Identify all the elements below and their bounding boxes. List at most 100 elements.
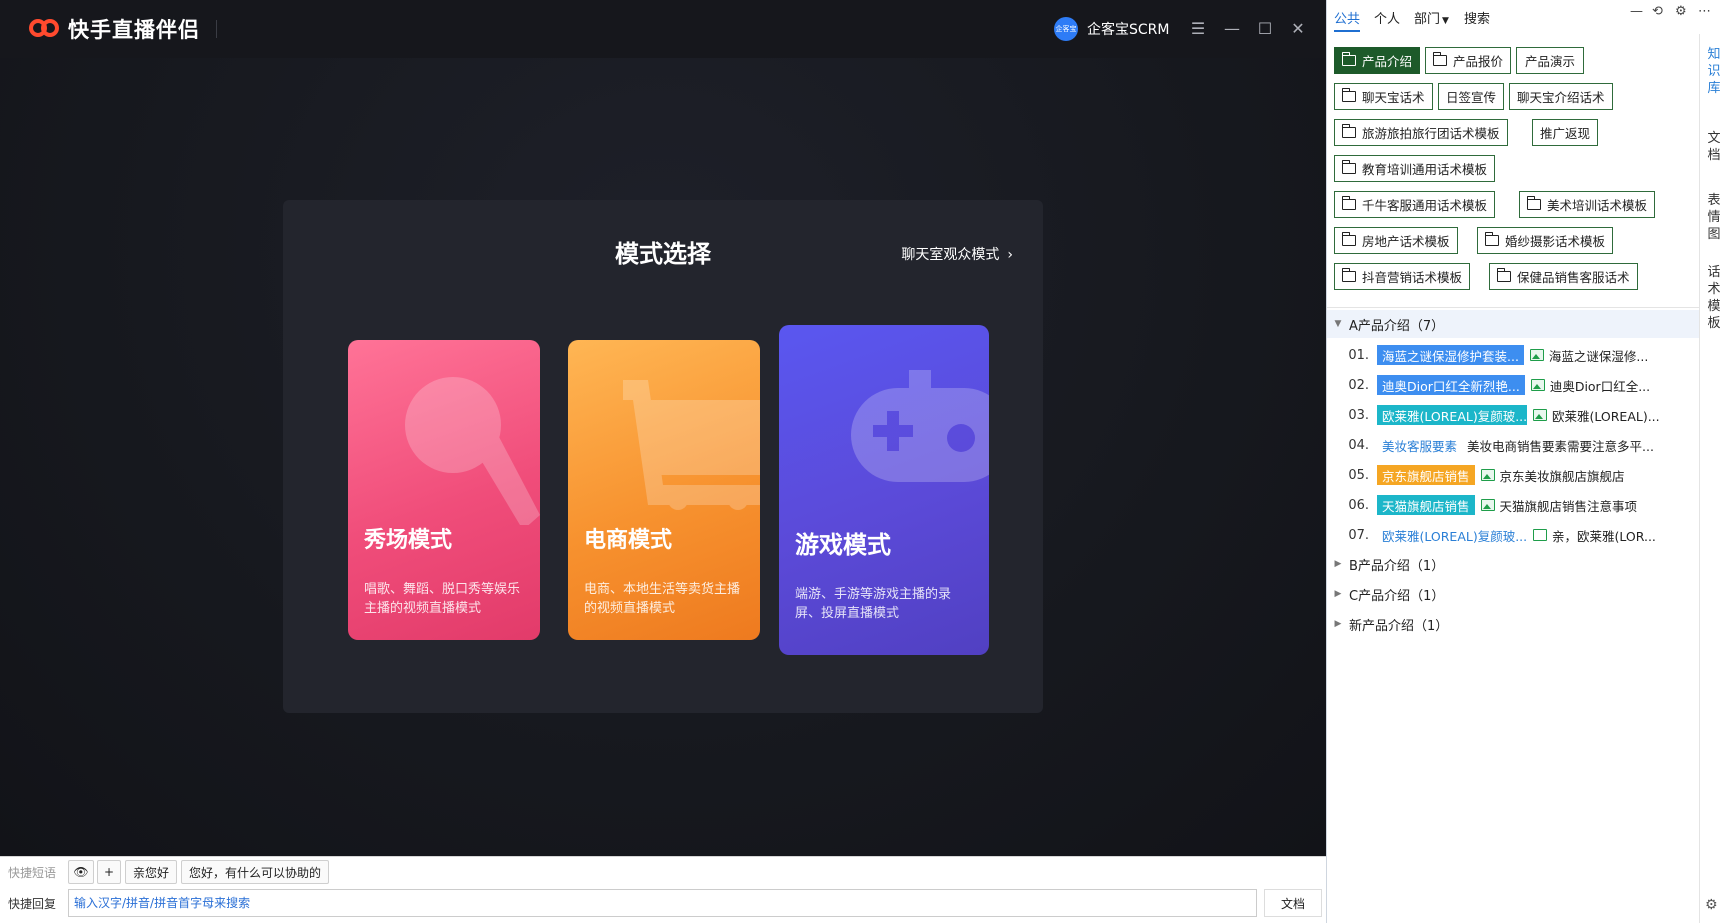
folder-button[interactable]: 聊天宝话术 (1334, 83, 1433, 110)
side-vertical-nav: 知识库 文档 表情图 话术模板 (1699, 34, 1726, 923)
tree-row[interactable]: 05. 京东旗舰店销售 京东美妆旗舰店旗舰店 (1327, 460, 1699, 490)
game-mode-desc: 端游、手游等游戏主播的录 屏、投屏直播模式 (795, 585, 951, 623)
folder-button[interactable]: 产品报价 (1425, 47, 1512, 74)
tree-group-label: 新产品介绍（1） (1349, 618, 1449, 634)
user-avatar[interactable]: 企客宝 (1054, 17, 1078, 41)
tree-row[interactable]: 07. 欧莱雅(LOREAL)复颜玻... 亲，欧莱雅(LOR... (1327, 520, 1699, 550)
vnav-knowledge-base[interactable]: 知识库 (1700, 46, 1726, 97)
folder-button[interactable]: 旅游旅拍旅行团话术模板 (1334, 119, 1508, 146)
folder-button[interactable]: 教育培训通用话术模板 (1334, 155, 1496, 182)
vnav-script-templates[interactable]: 话术模板 (1700, 264, 1726, 332)
knowledge-side-panel: 公共 个人 部门 ▼ 搜索 — ⟲ ⚙ ⋯ 产品介绍 产品报价 产品演示 聊天宝话… (1326, 0, 1726, 923)
tab-public[interactable]: 公共 (1334, 8, 1361, 32)
tree-group-open[interactable]: ▼ A产品介绍（7） (1327, 310, 1699, 338)
settings-gear-icon[interactable]: ⚙ (1675, 4, 1687, 19)
folder-icon (1342, 124, 1356, 138)
phrase-chip[interactable]: 您好，有什么可以协助的 (181, 860, 330, 884)
ecommerce-mode-desc: 电商、本地生活等卖货主播 的视频直播模式 (584, 580, 740, 618)
game-mode-name: 游戏模式 (795, 531, 891, 559)
minimize-panel-icon[interactable]: — (1630, 4, 1643, 19)
row-text: 迪奥Dior口红全... (1549, 378, 1651, 394)
caret-down-icon: ▼ (1442, 16, 1449, 26)
add-phrase-button[interactable]: + (97, 860, 121, 884)
maximize-icon[interactable]: ☐ (1253, 16, 1277, 40)
caret-right-icon: ▶ (1334, 619, 1342, 629)
row-text: 海蓝之谜保湿修... (1548, 348, 1649, 364)
tree-group-closed[interactable]: ▶ 新产品介绍（1） (1327, 610, 1699, 638)
folder-label: 房地产话术模板 (1362, 234, 1450, 249)
row-number: 02. (1348, 377, 1369, 393)
game-mode-desc-line1: 端游、手游等游戏主播的录 (795, 587, 952, 602)
folder-button[interactable]: 千牛客服通用话术模板 (1334, 191, 1496, 218)
tree-group-closed[interactable]: ▶ B产品介绍（1） (1327, 550, 1699, 578)
gear-icon[interactable]: ⚙ (1705, 897, 1718, 913)
doc-button[interactable]: 文档 (1264, 889, 1322, 917)
live-companion-window: 快手直播伴侣 企客宝 企客宝SCRM ☰ — ☐ ✕ 模式选择 聊天室观众模式 ›… (0, 0, 1326, 856)
ecommerce-mode-desc-line2: 的视频直播模式 (584, 601, 676, 616)
caret-right-icon: ▶ (1334, 589, 1342, 599)
image-icon (1533, 409, 1547, 421)
tree-row[interactable]: 01. 海蓝之谜保湿修护套装... 海蓝之谜保湿修... (1327, 340, 1699, 370)
folder-label: 千牛客服通用话术模板 (1362, 198, 1488, 213)
quick-phrase-label: 快捷短语 (8, 866, 57, 880)
eye-icon[interactable]: 👁 (68, 860, 94, 884)
folder-icon (1342, 196, 1356, 210)
tab-search[interactable]: 搜索 (1464, 8, 1490, 27)
folder-icon (1342, 232, 1356, 246)
tab-department[interactable]: 部门 ▼ (1414, 8, 1449, 27)
vnav-documents[interactable]: 文档 (1700, 130, 1726, 164)
folder-button[interactable]: 美术培训话术模板 (1519, 191, 1656, 218)
row-tag: 海蓝之谜保湿修护套装... (1377, 345, 1524, 365)
folder-label: 美术培训话术模板 (1547, 198, 1648, 213)
tree-row[interactable]: 02. 迪奥Dior口红全新烈艳... 迪奥Dior口红全... (1327, 370, 1699, 400)
tree-group-closed[interactable]: ▶ C产品介绍（1） (1327, 580, 1699, 608)
folder-button[interactable]: 产品演示 (1516, 47, 1585, 74)
audience-mode-link[interactable]: 聊天室观众模式 › (901, 244, 1013, 264)
row-number: 07. (1348, 527, 1369, 543)
show-mode-card[interactable]: 秀场模式 唱歌、舞蹈、脱口秀等娱乐 主播的视频直播模式 (348, 340, 540, 640)
tree-group-label: B产品介绍（1） (1349, 558, 1445, 574)
game-mode-card[interactable]: 游戏模式 端游、手游等游戏主播的录 屏、投屏直播模式 (779, 325, 989, 655)
menu-icon[interactable]: ☰ (1186, 16, 1210, 40)
tab-department-label: 部门 (1414, 12, 1441, 27)
show-mode-desc-line1: 唱歌、舞蹈、脱口秀等娱乐 (364, 582, 521, 597)
quick-reply-bar: 快捷短语 👁 + 亲您好 您好，有什么可以协助的 快捷回复 文档 (0, 856, 1326, 923)
folder-button[interactable]: 婚纱摄影话术模板 (1477, 227, 1614, 254)
row-tag: 天猫旗舰店销售 (1377, 495, 1475, 515)
folder-icon (1342, 268, 1356, 282)
folder-button[interactable]: 房地产话术模板 (1334, 227, 1458, 254)
tree-row[interactable]: 04. 美妆客服要素 美妆电商销售要素需要注意多平... (1327, 430, 1699, 460)
shopping-cart-icon (623, 380, 760, 510)
tree-row[interactable]: 06. 天猫旗舰店销售 天猫旗舰店销售注意事项 (1327, 490, 1699, 520)
quick-reply-search-input[interactable] (68, 889, 1257, 917)
folder-button[interactable]: 抖音营销话术模板 (1334, 263, 1471, 290)
ecommerce-mode-card[interactable]: 电商模式 电商、本地生活等卖货主播 的视频直播模式 (568, 340, 760, 640)
row-number: 03. (1348, 407, 1369, 423)
folder-label: 聊天宝话术 (1362, 90, 1425, 105)
tab-personal[interactable]: 个人 (1374, 8, 1400, 27)
title-bar: 快手直播伴侣 企客宝 企客宝SCRM ☰ — ☐ ✕ (0, 0, 1326, 58)
folder-button[interactable]: 推广返现 (1532, 119, 1599, 146)
row-text: 美妆电商销售要素需要注意多平... (1467, 438, 1654, 454)
folder-label: 产品介绍 (1362, 54, 1413, 69)
undo-icon[interactable]: ⟲ (1652, 4, 1663, 19)
user-name[interactable]: 企客宝SCRM (1087, 19, 1169, 39)
folder-button[interactable]: 保健品销售客服话术 (1489, 263, 1638, 290)
more-icon[interactable]: ⋯ (1698, 4, 1711, 19)
row-tag: 京东旗舰店销售 (1377, 465, 1475, 485)
minimize-icon[interactable]: — (1220, 16, 1244, 40)
close-icon[interactable]: ✕ (1286, 16, 1310, 40)
folder-button[interactable]: 产品介绍 (1334, 47, 1421, 74)
vnav-stickers[interactable]: 表情图 (1700, 192, 1726, 243)
app-title: 快手直播伴侣 (68, 18, 200, 42)
row-text: 欧莱雅(LOREAL)... (1552, 408, 1660, 424)
chevron-right-icon: › (1007, 247, 1013, 263)
phrase-chip[interactable]: 亲您好 (125, 860, 178, 884)
folder-button[interactable]: 聊天宝介绍话术 (1509, 83, 1613, 110)
folder-label: 教育培训通用话术模板 (1362, 162, 1488, 177)
tree-row[interactable]: 03. 欧莱雅(LOREAL)复颜玻... 欧莱雅(LOREAL)... (1327, 400, 1699, 430)
folder-button[interactable]: 日签宣传 (1438, 83, 1505, 110)
row-number: 01. (1348, 347, 1369, 363)
folder-label: 旅游旅拍旅行团话术模板 (1362, 126, 1500, 141)
folder-icon (1497, 268, 1511, 282)
